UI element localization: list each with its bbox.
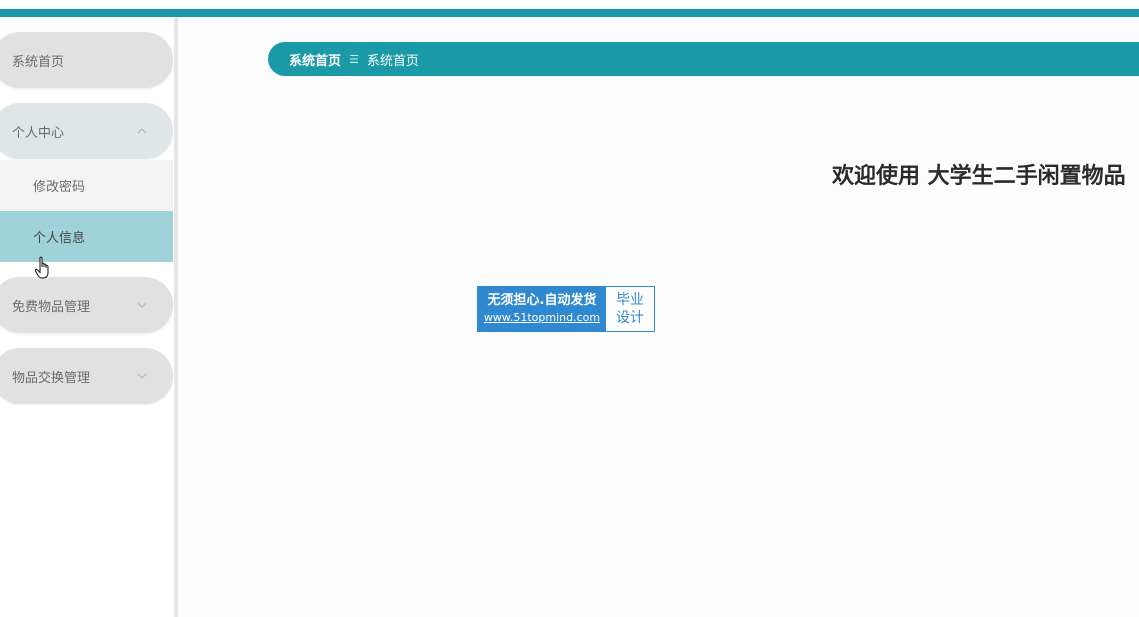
sidebar-item-label: 修改密码 — [33, 180, 86, 195]
welcome-title: 欢迎使用 大学生二手闲置物品 — [832, 164, 1126, 189]
breadcrumb: 系统首页 ☰ 系统首页 — [268, 42, 1139, 76]
breadcrumb-current: 系统首页 — [366, 53, 419, 69]
sidebar-item-label: 系统首页 — [12, 54, 65, 70]
watermark-badge: 无须担心.自动发货 www.51topmind.com 毕业 设计 — [477, 286, 655, 332]
chevron-up-icon — [137, 126, 147, 136]
submenu-personal-center: 修改密码 个人信息 — [0, 160, 173, 262]
watermark-right: 毕业 设计 — [606, 287, 654, 331]
watermark-badge-line1: 毕业 — [616, 292, 644, 308]
chevron-down-icon — [137, 371, 147, 381]
sidebar-item-change-password[interactable]: 修改密码 — [0, 160, 173, 211]
hand-pointer-icon — [34, 256, 52, 280]
sidebar-item-label: 个人中心 — [12, 125, 65, 141]
sidebar-item-item-exchange[interactable]: 物品交换管理 — [0, 348, 173, 404]
sidebar-item-label: 物品交换管理 — [12, 370, 91, 386]
sidebar-item-label: 个人信息 — [33, 231, 86, 246]
chevron-down-icon — [137, 300, 147, 310]
sidebar-item-personal-info[interactable]: 个人信息 — [0, 211, 173, 262]
breadcrumb-home-link[interactable]: 系统首页 — [289, 50, 341, 69]
sidebar-item-personal-center[interactable]: 个人中心 — [0, 103, 173, 159]
top-accent-bar — [0, 9, 1139, 17]
sidebar-item-label: 免费物品管理 — [12, 299, 91, 315]
watermark-badge-line2: 设计 — [616, 310, 644, 326]
watermark-left: 无须担心.自动发货 www.51topmind.com — [478, 287, 606, 331]
sidebar-item-free-items[interactable]: 免费物品管理 — [0, 277, 173, 333]
watermark-slogan: 无须担心.自动发货 — [487, 293, 597, 308]
watermark-url: www.51topmind.com — [483, 311, 601, 324]
sidebar-item-home[interactable]: 系统首页 — [0, 32, 173, 88]
sidebar: 系统首页 个人中心 修改密码 个人信息 免费物品管理 物品交换管理 — [0, 17, 178, 617]
breadcrumb-separator-icon: ☰ — [349, 52, 359, 66]
